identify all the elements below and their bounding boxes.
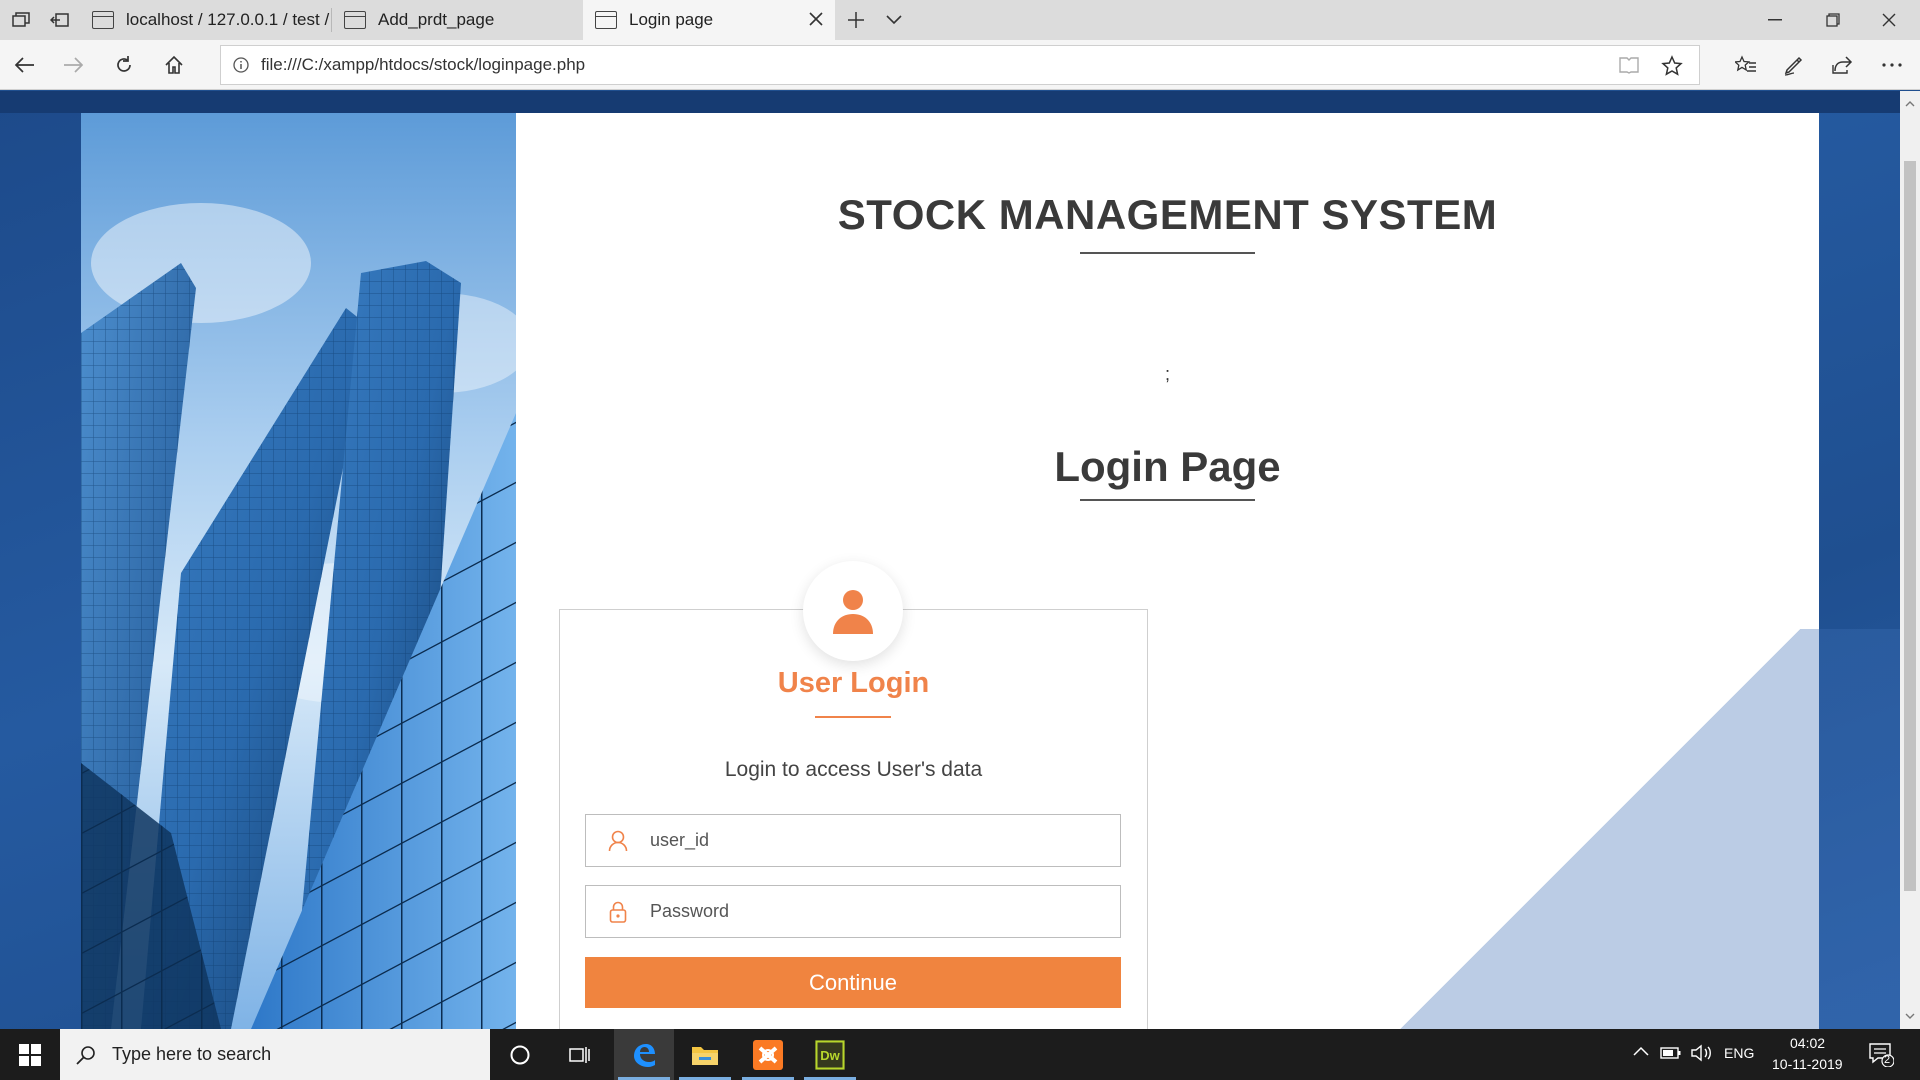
action-center-icon[interactable]: 2 [1868, 1041, 1894, 1067]
page-icon [344, 11, 366, 29]
site-title: STOCK MANAGEMENT SYSTEM [837, 191, 1498, 238]
taskbar-search-box[interactable]: Type here to search [60, 1029, 490, 1080]
cortana-icon[interactable] [490, 1029, 550, 1080]
address-toolbar: file:///C:/xampp/htdocs/stock/loginpage.… [0, 40, 1920, 90]
tab-manager-icon[interactable] [8, 8, 34, 32]
skyscraper-photo [81, 113, 516, 1029]
tab-preview-chevron-icon[interactable] [880, 6, 908, 34]
url-text: file:///C:/xampp/htdocs/stock/loginpage.… [261, 55, 586, 74]
volume-icon[interactable] [1690, 1044, 1714, 1062]
tab-label: Login page [629, 10, 714, 29]
stray-text: ; [1164, 364, 1170, 384]
clock-time[interactable]: 04:02 [1790, 1035, 1825, 1051]
page-viewport: STOCK MANAGEMENT SYSTEM ; Login Page Use… [0, 91, 1900, 1029]
xampp-icon[interactable] [738, 1029, 798, 1080]
file-explorer-icon[interactable] [675, 1029, 735, 1080]
search-placeholder: Type here to search [112, 1044, 272, 1064]
back-icon[interactable] [8, 50, 40, 80]
close-tab-icon[interactable] [807, 10, 825, 28]
svg-text:Dw: Dw [820, 1048, 840, 1063]
continue-button[interactable]: Continue [585, 957, 1121, 1008]
notification-count: 2 [1884, 1054, 1891, 1066]
title-divider [1080, 252, 1255, 254]
tab-phpmyadmin[interactable]: localhost / 127.0.0.1 / test / [80, 0, 330, 40]
lock-icon [586, 901, 650, 923]
notes-pen-icon[interactable] [1778, 50, 1810, 80]
refresh-icon[interactable] [108, 50, 140, 80]
avatar [803, 561, 903, 661]
site-info-icon[interactable] [233, 57, 249, 73]
login-subtitle: Login to access User's data [724, 758, 983, 781]
user-id-field[interactable] [585, 814, 1121, 867]
login-card: STOCK MANAGEMENT SYSTEM ; Login Page Use… [81, 113, 1819, 1029]
edge-browser-icon[interactable] [614, 1029, 674, 1080]
tab-label: localhost / 127.0.0.1 / test / [126, 10, 330, 29]
password-input[interactable] [650, 901, 1090, 922]
share-icon[interactable] [1826, 50, 1858, 80]
heading-divider [1080, 499, 1255, 501]
tab-add-product[interactable]: Add_prdt_page [332, 0, 582, 40]
tab-label: Add_prdt_page [378, 10, 495, 29]
start-windows-icon[interactable] [0, 1029, 60, 1080]
forward-icon[interactable] [58, 50, 90, 80]
page-heading: Login Page [1054, 443, 1281, 490]
user-icon [833, 590, 873, 634]
page-icon [595, 11, 617, 29]
more-options-icon[interactable] [1876, 50, 1908, 80]
page-icon [92, 11, 114, 29]
login-title: User Login [777, 667, 930, 699]
home-icon[interactable] [158, 50, 190, 80]
browser-tab-bar: localhost / 127.0.0.1 / test / Add_prdt_… [0, 0, 1920, 40]
new-tab-icon[interactable] [842, 6, 870, 34]
set-aside-tabs-icon[interactable] [46, 8, 74, 32]
favorites-hub-icon[interactable] [1730, 50, 1762, 80]
address-input[interactable]: file:///C:/xampp/htdocs/stock/loginpage.… [220, 45, 1700, 85]
scrollbar-thumb[interactable] [1904, 161, 1916, 891]
battery-icon[interactable] [1660, 1046, 1682, 1060]
clock-date[interactable]: 10-11-2019 [1772, 1056, 1843, 1072]
page-scrollbar[interactable] [1900, 91, 1920, 1029]
login-title-divider [815, 716, 891, 718]
windows-taskbar: Type here to search Dw ENG 04:02 10-11-2… [0, 1029, 1920, 1080]
show-hidden-icons-chevron-icon[interactable] [1632, 1045, 1650, 1057]
reading-view-icon[interactable] [1619, 56, 1639, 74]
task-view-icon[interactable] [550, 1029, 610, 1080]
user-id-input[interactable] [650, 830, 1090, 851]
search-icon [76, 1045, 96, 1065]
minimize-icon[interactable] [1752, 6, 1798, 34]
tab-login-page[interactable]: Login page [583, 0, 835, 40]
dreamweaver-icon[interactable]: Dw [800, 1029, 860, 1080]
input-language[interactable]: ENG [1724, 1045, 1754, 1061]
user-outline-icon [586, 830, 650, 852]
favorite-star-icon[interactable] [1661, 55, 1683, 77]
password-field[interactable] [585, 885, 1121, 938]
close-window-icon[interactable] [1866, 6, 1912, 34]
restore-icon[interactable] [1810, 6, 1856, 34]
